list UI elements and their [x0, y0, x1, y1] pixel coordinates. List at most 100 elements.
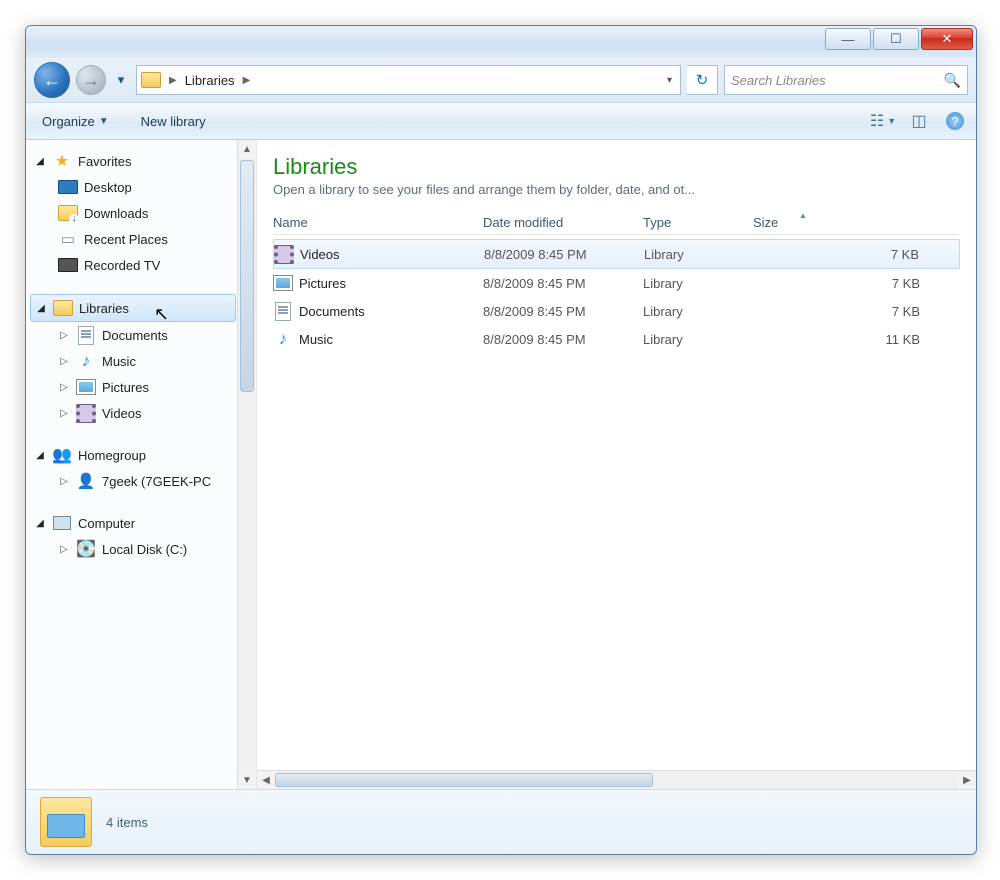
refresh-button[interactable]: ↻: [687, 65, 718, 95]
back-button[interactable]: ←: [34, 62, 70, 98]
nav-item-pictures[interactable]: ▷ Pictures: [26, 374, 256, 400]
libraries-icon: [53, 299, 73, 317]
scroll-down-icon[interactable]: ▼: [238, 771, 256, 789]
nav-item-homegroup-user[interactable]: ▷ 👤 7geek (7GEEK-PC: [26, 468, 256, 494]
expand-icon: ▷: [58, 476, 70, 487]
item-type: Library: [643, 332, 753, 347]
details-pane: 4 items: [26, 789, 976, 854]
libraries-large-icon: [40, 797, 92, 847]
item-date: 8/8/2009 8:45 PM: [483, 276, 643, 291]
list-item[interactable]: Documents 8/8/2009 8:45 PM Library 7 KB: [273, 297, 960, 325]
desktop-icon: [58, 178, 78, 196]
forward-button[interactable]: →: [76, 65, 106, 95]
nav-label: Desktop: [84, 180, 132, 195]
content-header: Libraries Open a library to see your fil…: [257, 140, 976, 205]
column-size[interactable]: Size ▲: [753, 215, 960, 230]
nav-label: Downloads: [84, 206, 148, 221]
column-name[interactable]: Name: [273, 215, 483, 230]
organize-menu[interactable]: Organize ▼: [36, 110, 115, 133]
scroll-thumb[interactable]: [240, 160, 254, 392]
breadcrumb-libraries[interactable]: Libraries: [181, 66, 239, 94]
nav-item-music[interactable]: ▷ ♪ Music: [26, 348, 256, 374]
nav-label: Recorded TV: [84, 258, 160, 273]
close-button[interactable]: ✕: [921, 28, 973, 50]
item-size: 11 KB: [753, 332, 960, 347]
breadcrumb-label: Libraries: [185, 73, 235, 88]
history-dropdown[interactable]: ▾: [112, 72, 130, 88]
nav-label: Recent Places: [84, 232, 168, 247]
column-type[interactable]: Type: [643, 215, 753, 230]
nav-libraries-header[interactable]: ◢ Libraries ↖: [30, 294, 236, 322]
help-button[interactable]: ?: [944, 112, 966, 130]
column-date[interactable]: Date modified: [483, 215, 643, 230]
breadcrumb-separator-icon[interactable]: ▶: [165, 75, 181, 86]
scroll-up-icon[interactable]: ▲: [238, 140, 256, 158]
scroll-right-icon[interactable]: ▶: [958, 771, 976, 789]
nav-item-videos[interactable]: ▷ Videos: [26, 400, 256, 426]
minimize-button[interactable]: —: [825, 28, 871, 50]
item-size: 7 KB: [753, 304, 960, 319]
user-icon: 👤: [76, 472, 96, 490]
list-item[interactable]: Pictures 8/8/2009 8:45 PM Library 7 KB: [273, 269, 960, 297]
videos-icon: [274, 245, 294, 263]
nav-item-documents[interactable]: ▷ Documents: [26, 322, 256, 348]
nav-bar: ← → ▾ ▶ Libraries ▶ ▾ ↻ Search Libraries…: [26, 58, 976, 103]
nav-computer-header[interactable]: ◢ Computer: [26, 510, 256, 536]
horizontal-scrollbar[interactable]: ◀ ▶: [257, 770, 976, 789]
scroll-thumb[interactable]: [275, 773, 653, 787]
nav-item-recorded-tv[interactable]: Recorded TV: [26, 252, 256, 278]
nav-label: Local Disk (C:): [102, 542, 187, 557]
nav-favorites-header[interactable]: ◢ ★ Favorites: [26, 148, 256, 174]
maximize-button[interactable]: ☐: [873, 28, 919, 50]
nav-group-computer: ◢ Computer ▷ 💽 Local Disk (C:): [26, 510, 256, 562]
documents-icon: [273, 302, 293, 320]
nav-label: Documents: [102, 328, 168, 343]
titlebar: — ☐ ✕: [26, 26, 976, 58]
music-icon: ♪: [273, 330, 293, 348]
address-bar[interactable]: ▶ Libraries ▶ ▾: [136, 65, 681, 95]
expand-icon: ▷: [58, 544, 70, 555]
nav-group-libraries: ◢ Libraries ↖ ▷ Documents ▷ ♪ Music ▷: [26, 294, 256, 426]
view-options-button[interactable]: ☷ ▼: [872, 112, 894, 130]
explorer-window: — ☐ ✕ ← → ▾ ▶ Libraries ▶ ▾ ↻ Search: [25, 25, 977, 855]
collapse-icon: ◢: [34, 156, 46, 167]
sort-ascending-icon: ▲: [799, 211, 807, 220]
help-icon: ?: [946, 112, 964, 130]
file-list: Videos 8/8/2009 8:45 PM Library 7 KB Pic…: [257, 235, 976, 357]
libraries-icon: [141, 71, 161, 89]
documents-icon: [76, 326, 96, 344]
item-date: 8/8/2009 8:45 PM: [483, 304, 643, 319]
scroll-left-icon[interactable]: ◀: [257, 771, 275, 789]
breadcrumb-separator-icon[interactable]: ▶: [239, 75, 255, 86]
pictures-icon: [273, 274, 293, 292]
navigation-pane: ◢ ★ Favorites Desktop Downloads ▭ Recent…: [26, 140, 257, 789]
address-dropdown[interactable]: ▾: [659, 75, 680, 86]
nav-item-desktop[interactable]: Desktop: [26, 174, 256, 200]
music-icon: ♪: [76, 352, 96, 370]
nav-label: 7geek (7GEEK-PC: [102, 474, 211, 489]
expand-icon: ▷: [58, 408, 70, 419]
breadcrumb-root[interactable]: [137, 66, 165, 94]
downloads-icon: [58, 204, 78, 222]
preview-pane-button[interactable]: ◫: [908, 112, 930, 130]
nav-item-downloads[interactable]: Downloads: [26, 200, 256, 226]
new-library-button[interactable]: New library: [135, 110, 212, 133]
nav-label: Homegroup: [78, 448, 146, 463]
search-icon: 🔍: [944, 72, 961, 89]
list-item[interactable]: ♪Music 8/8/2009 8:45 PM Library 11 KB: [273, 325, 960, 353]
search-placeholder: Search Libraries: [731, 73, 826, 88]
nav-homegroup-header[interactable]: ◢ 👥 Homegroup: [26, 442, 256, 468]
body-split: ◢ ★ Favorites Desktop Downloads ▭ Recent…: [26, 140, 976, 789]
nav-item-local-disk[interactable]: ▷ 💽 Local Disk (C:): [26, 536, 256, 562]
scroll-track[interactable]: [275, 771, 958, 789]
search-box[interactable]: Search Libraries 🔍: [724, 65, 968, 95]
videos-icon: [76, 404, 96, 422]
new-library-label: New library: [141, 114, 206, 129]
nav-item-recent-places[interactable]: ▭ Recent Places: [26, 226, 256, 252]
column-headers: Name Date modified Type Size ▲: [273, 211, 960, 235]
nav-scrollbar[interactable]: ▲ ▼: [237, 140, 256, 789]
expand-icon: ▷: [58, 382, 70, 393]
item-type: Library: [643, 304, 753, 319]
list-item[interactable]: Videos 8/8/2009 8:45 PM Library 7 KB: [273, 239, 960, 269]
nav-group-homegroup: ◢ 👥 Homegroup ▷ 👤 7geek (7GEEK-PC: [26, 442, 256, 494]
